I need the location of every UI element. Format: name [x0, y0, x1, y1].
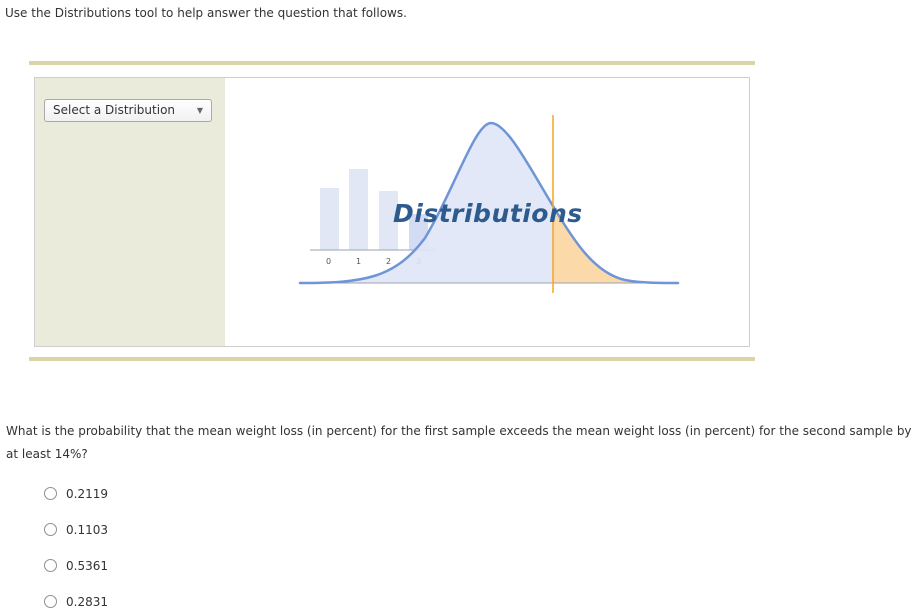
radio-button-4[interactable] [44, 595, 57, 608]
answer-option-label: 0.2119 [66, 487, 108, 501]
answer-option-4[interactable]: 0.2831 [44, 594, 164, 612]
bottom-divider [29, 357, 755, 361]
answer-option-3[interactable]: 0.5361 [44, 558, 164, 576]
radio-button-1[interactable] [44, 487, 57, 500]
question-text: What is the probability that the mean we… [6, 424, 912, 461]
top-divider [29, 61, 755, 65]
logo-bar-1 [349, 169, 368, 250]
answer-option-label: 0.5361 [66, 559, 108, 573]
answer-option-label: 0.1103 [66, 523, 108, 537]
logo-bar-0 [320, 188, 339, 250]
distributions-tool: Select a Distribution ▼ 0 1 2 3 [34, 77, 750, 347]
tick-label-2: 2 [386, 257, 391, 266]
answer-option-1[interactable]: 0.2119 [44, 486, 164, 504]
distributions-logo-graphic: 0 1 2 3 Distributions [298, 115, 680, 293]
answer-option-2[interactable]: 0.1103 [44, 522, 164, 540]
radio-button-2[interactable] [44, 523, 57, 536]
tool-title: Distributions [393, 199, 583, 228]
question-page: Use the Distributions tool to help answe… [0, 0, 922, 616]
tick-label-1: 1 [356, 257, 361, 266]
radio-button-3[interactable] [44, 559, 57, 572]
answer-option-label: 0.2831 [66, 595, 108, 609]
tick-label-0: 0 [326, 257, 331, 266]
intro-text: Use the Distributions tool to help answe… [5, 6, 407, 20]
